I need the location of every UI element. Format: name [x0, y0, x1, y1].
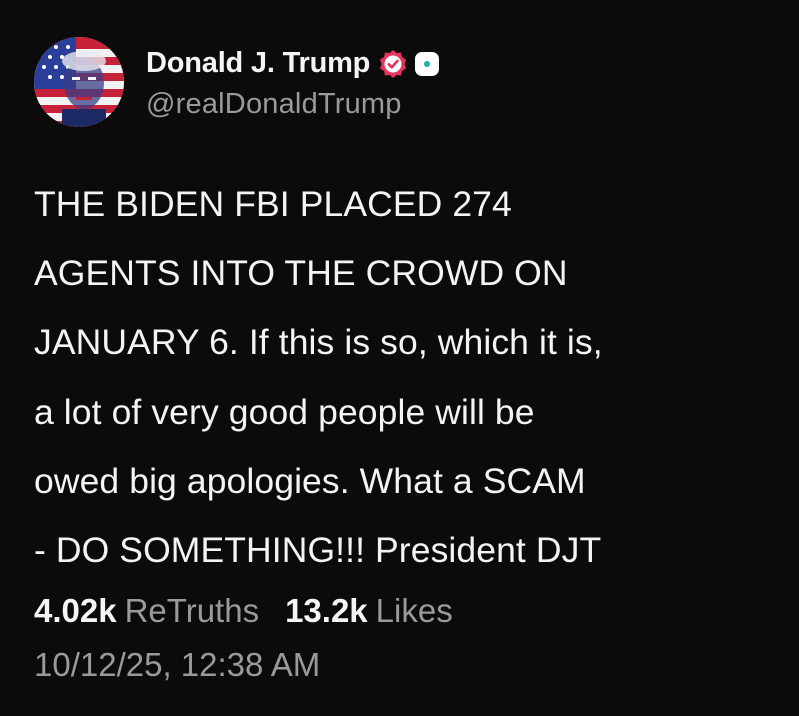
- post-card: Donald J. Trump @realDonaldTrump THE BID…: [0, 0, 799, 716]
- verified-badge-icon: [378, 49, 408, 79]
- retruths-label: ReTruths: [124, 592, 260, 629]
- likes-stat[interactable]: 13.2k Likes: [285, 592, 453, 630]
- display-name[interactable]: Donald J. Trump: [146, 47, 370, 80]
- post-body: THE BIDEN FBI PLACED 274 AGENTS INTO THE…: [34, 170, 774, 585]
- post-text-line: JANUARY 6. If this is so, which it is,: [34, 322, 603, 363]
- avatar-image: [34, 37, 124, 127]
- post-text-line: owed big apologies. What a SCAM: [34, 460, 586, 501]
- avatar[interactable]: [34, 37, 124, 127]
- author-identity: Donald J. Trump @realDonaldTrump: [146, 44, 440, 121]
- likes-label: Likes: [375, 592, 453, 629]
- likes-count: 13.2k: [285, 592, 368, 629]
- post-timestamp[interactable]: 10/12/25, 12:38 AM: [34, 646, 320, 684]
- post-stats: 4.02k ReTruths 13.2k Likes: [34, 592, 453, 630]
- affiliation-badge-icon: [414, 51, 440, 77]
- post-text-line: - DO SOMETHING!!! President DJT: [34, 529, 602, 570]
- post-header: Donald J. Trump @realDonaldTrump: [34, 36, 440, 128]
- retruths-stat[interactable]: 4.02k ReTruths: [34, 592, 259, 630]
- author-handle[interactable]: @realDonaldTrump: [146, 88, 440, 121]
- retruths-count: 4.02k: [34, 592, 117, 629]
- post-text-line: THE BIDEN FBI PLACED 274: [34, 184, 512, 224]
- post-text-line: a lot of very good people will be: [34, 391, 535, 432]
- post-text-line: AGENTS INTO THE CROWD ON: [34, 253, 568, 294]
- name-row: Donald J. Trump: [146, 44, 440, 84]
